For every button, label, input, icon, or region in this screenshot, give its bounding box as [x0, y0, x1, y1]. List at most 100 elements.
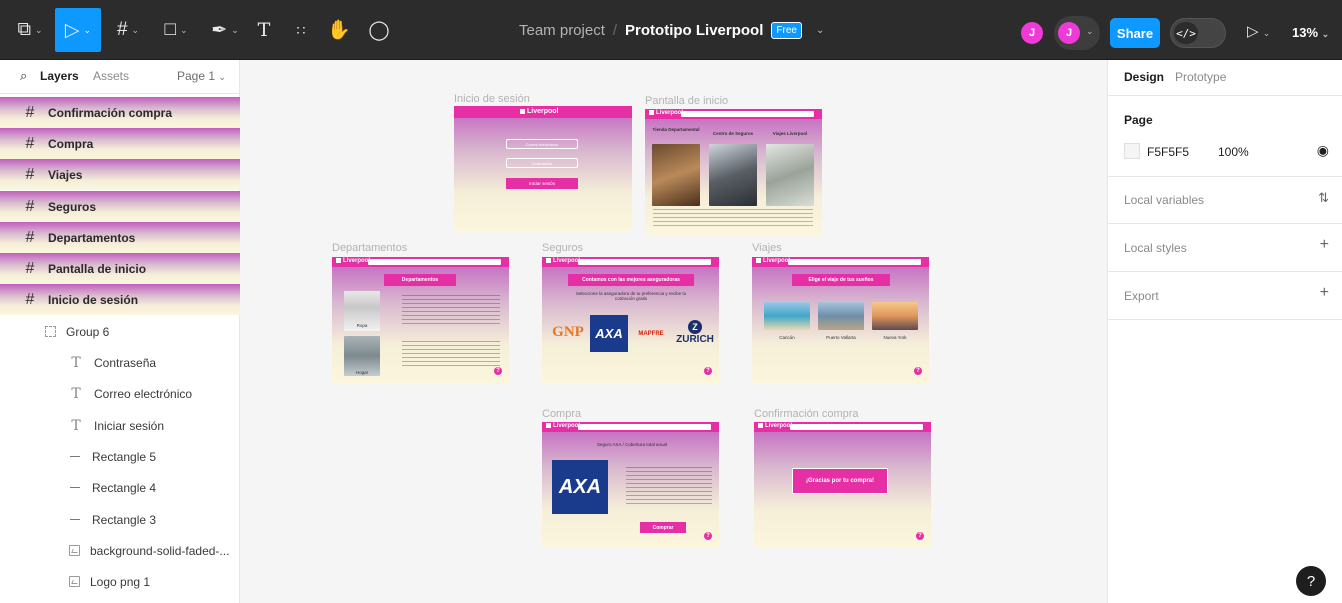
page-opacity-value[interactable]: 100% — [1218, 145, 1249, 159]
frame-seguros[interactable]: Liverpool Contamos con las mejores asegu… — [542, 257, 719, 383]
gnp-logo[interactable]: GNP — [548, 315, 588, 349]
layer-item[interactable]: # Compra — [0, 128, 240, 159]
search-input[interactable] — [368, 259, 501, 265]
layer-item[interactable]: Rectangle 5 — [0, 441, 240, 472]
vallarta-photo[interactable] — [818, 302, 864, 330]
page-color-swatch[interactable] — [1124, 143, 1140, 159]
search-icon[interactable]: ⌕ — [20, 68, 27, 84]
chevron-down-icon: ⌄ — [83, 24, 92, 35]
frame-title[interactable]: Compra — [542, 408, 581, 420]
rectangle-icon — [70, 456, 80, 457]
layer-item[interactable]: # Seguros — [0, 191, 240, 222]
header-bar: Liverpool — [754, 422, 931, 432]
email-field[interactable]: Correo electrónico — [506, 139, 578, 149]
layer-item[interactable]: background-solid-faded-... — [0, 535, 240, 566]
layer-item[interactable]: Rectangle 4 — [0, 472, 240, 503]
buy-button[interactable]: Comprar — [640, 522, 686, 533]
help-icon[interactable]: ? — [914, 367, 922, 375]
liverpool-logo: Liverpool — [758, 423, 792, 429]
frame-title[interactable]: Pantalla de inicio — [645, 95, 728, 107]
cursor-icon: ▷ — [64, 19, 80, 41]
shape-tool-button[interactable]: □ ⌄ — [156, 8, 196, 52]
page-color-value[interactable]: F5F5F5 — [1147, 145, 1189, 159]
resources-tool-button[interactable]: ∷ — [288, 8, 314, 52]
newyork-photo[interactable] — [872, 302, 918, 330]
team-name[interactable]: Team project — [519, 22, 605, 39]
image-icon — [69, 545, 80, 556]
tab-assets[interactable]: Assets — [93, 69, 129, 83]
search-input[interactable] — [681, 111, 814, 117]
frame-pantalla-inicio[interactable]: Liverpool Tienda Departamental Centro de… — [645, 109, 822, 235]
variables-icon[interactable]: ⇅ — [1318, 190, 1329, 206]
add-style-icon[interactable]: + — [1320, 236, 1329, 254]
header-bar: Liverpool — [752, 257, 929, 267]
search-input[interactable] — [790, 424, 923, 430]
frame-title[interactable]: Departamentos — [332, 242, 407, 254]
frame-compra[interactable]: Liverpool Seguro AXA / Cobertura total a… — [542, 422, 719, 548]
layer-item[interactable]: # Viajes — [0, 159, 240, 190]
search-input[interactable] — [578, 259, 711, 265]
local-variables-label[interactable]: Local variables — [1124, 193, 1204, 207]
tab-prototype[interactable]: Prototype — [1175, 70, 1226, 84]
pen-tool-button[interactable]: ✒ ⌄ — [205, 8, 245, 52]
help-button[interactable]: ? — [1296, 566, 1326, 596]
move-tool-button[interactable]: ▷ ⌄ — [55, 8, 101, 52]
layer-item[interactable]: Group 6 — [0, 316, 240, 347]
axa-logo[interactable]: AXA — [590, 315, 628, 352]
design-canvas[interactable]: Inicio de sesión Liverpool Correo electr… — [240, 60, 1107, 603]
dev-mode-toggle[interactable]: </> — [1170, 18, 1226, 48]
main-menu-button[interactable]: ⧉ ⌄ — [12, 8, 48, 52]
file-title[interactable]: Team project / Prototipo Liverpool Free … — [519, 0, 824, 60]
password-field[interactable]: Contraseña — [506, 158, 578, 168]
top-toolbar: ⧉ ⌄ ▷ ⌄ # ⌄ □ ⌄ ✒ ⌄ T ∷ ✋ ◯ Team project / Pr… — [0, 0, 1342, 60]
frame-viajes[interactable]: Liverpool Elige el viaje de tus sueños C… — [752, 257, 929, 383]
layer-item[interactable]: # Departamentos — [0, 222, 240, 253]
present-button[interactable]: ▷ ⌄ — [1247, 22, 1270, 40]
zoom-menu[interactable]: 13% ⌄ — [1292, 25, 1329, 40]
frame-title[interactable]: Inicio de sesión — [454, 93, 530, 105]
zurich-logo[interactable]: Z ZURICH — [674, 315, 716, 349]
comment-tool-button[interactable]: ◯ — [366, 8, 392, 52]
help-icon[interactable]: ? — [704, 532, 712, 540]
cancun-photo[interactable] — [764, 302, 810, 330]
help-icon[interactable]: ? — [916, 532, 924, 540]
frame-departamentos[interactable]: Liverpool Departamentos Ropa Hogar ? — [332, 257, 509, 383]
add-export-icon[interactable]: + — [1320, 284, 1329, 302]
layer-item[interactable]: T Contraseña — [0, 347, 240, 378]
layer-item[interactable]: Logo png 1 — [0, 566, 240, 597]
login-button[interactable]: Iniciar sesión — [506, 178, 578, 189]
text-tool-button[interactable]: T — [252, 8, 276, 52]
text-icon: T — [71, 354, 81, 371]
frame-title[interactable]: Seguros — [542, 242, 583, 254]
frame-inicio-sesion[interactable]: Liverpool Correo electrónico Contraseña … — [454, 106, 632, 232]
frame-tool-button[interactable]: # ⌄ — [108, 8, 148, 52]
share-button[interactable]: Share — [1110, 18, 1160, 48]
frame-icon: # — [25, 197, 35, 215]
layer-item[interactable]: # Pantalla de inicio — [0, 253, 240, 284]
frame-confirmacion[interactable]: Liverpool ¡Gracias por tu compra! ? — [754, 422, 931, 548]
layer-item[interactable]: # Inicio de sesión — [0, 284, 240, 315]
search-input[interactable] — [788, 259, 921, 265]
hand-tool-button[interactable]: ✋ — [326, 8, 352, 52]
tab-design[interactable]: Design — [1124, 70, 1164, 84]
tab-layers[interactable]: Layers — [40, 69, 79, 83]
layer-item[interactable]: Rectangle 3 — [0, 504, 240, 535]
frame-title[interactable]: Viajes — [752, 242, 782, 254]
chevron-down-icon[interactable]: ⌄ — [816, 25, 824, 36]
avatar[interactable]: J — [1021, 22, 1043, 44]
mapfre-logo[interactable]: MAPFRE — [630, 319, 672, 349]
page-selector[interactable]: Page 1 ⌄ — [177, 69, 226, 83]
help-icon[interactable]: ? — [704, 367, 712, 375]
help-icon[interactable]: ? — [494, 367, 502, 375]
search-input[interactable] — [578, 424, 711, 430]
destination-label: Nueva York — [883, 335, 907, 340]
eye-icon[interactable]: ◉ — [1317, 142, 1329, 159]
project-name[interactable]: Prototipo Liverpool — [625, 22, 763, 39]
layer-item[interactable]: T Correo electrónico — [0, 378, 240, 409]
figma-app: ⧉ ⌄ ▷ ⌄ # ⌄ □ ⌄ ✒ ⌄ T ∷ ✋ ◯ Team project / Pr… — [0, 0, 1342, 603]
multiplayer-avatar-group[interactable]: J ⌄ — [1054, 16, 1100, 50]
layer-label: Departamentos — [48, 230, 136, 245]
layer-item[interactable]: T Iniciar sesión — [0, 410, 240, 441]
layer-item[interactable]: # Confirmación compra — [0, 97, 240, 128]
frame-title[interactable]: Confirmación compra — [754, 408, 859, 420]
